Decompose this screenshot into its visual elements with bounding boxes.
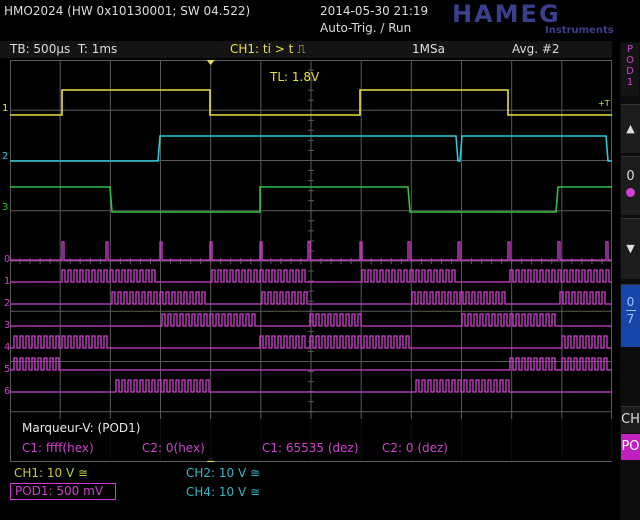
scroll-down-button[interactable]: ▼ — [621, 218, 640, 279]
ch-softkey-label: CH — [621, 412, 640, 427]
ch-softkey[interactable]: CH — [621, 406, 640, 433]
cursor-c2-hex: C2: 0(hex) — [142, 441, 205, 455]
cursor-title: Marqueur-V: (POD1) — [22, 421, 141, 435]
trigger-position-icon — [206, 60, 215, 65]
sample-rate: 1MSa — [412, 42, 445, 56]
pod-softkey[interactable]: PO — [621, 434, 640, 460]
chevron-down-icon: ▼ — [626, 242, 635, 255]
bit-label: 5 — [4, 364, 11, 375]
bit-zero-button[interactable]: 0 — [621, 156, 640, 215]
range-divider — [625, 310, 636, 311]
bit-label: 2 — [4, 298, 11, 309]
brand-logo: HAMEG — [452, 0, 561, 28]
cursor-c1-hex: C1: ffff(hex) — [22, 441, 94, 455]
pod-softkey-label: PO — [621, 439, 640, 454]
pod1-scale[interactable]: POD1: 500 mV — [10, 483, 116, 500]
bit-label: 0 — [4, 254, 11, 265]
bit-label: 1 — [4, 276, 11, 287]
range-bottom: 7 — [626, 312, 635, 326]
trigger-marker: +T — [598, 99, 610, 108]
bit-zero-label: 0 — [626, 169, 635, 184]
pod-sidebar-text: POD1 — [626, 44, 634, 88]
average-count[interactable]: Avg. #2 — [512, 42, 560, 56]
active-dot-icon — [626, 188, 635, 197]
waveform-display[interactable] — [10, 60, 612, 462]
ch2-scale[interactable]: CH2: 10 V ≅ — [186, 466, 260, 480]
cursor-c2-dec: C2: 0 (dez) — [382, 441, 448, 455]
bit-label: 4 — [4, 342, 11, 353]
bit-range-button[interactable]: 0 7 — [621, 284, 640, 347]
range-top: 0 — [626, 295, 635, 309]
timebase-label[interactable]: TB: 500µs T: 1ms — [10, 42, 117, 56]
ch1-scale[interactable]: CH1: 10 V ≅ — [14, 466, 88, 480]
graticule — [10, 60, 612, 462]
ch2-marker[interactable]: 2 — [2, 151, 8, 162]
bit-label: 6 — [4, 386, 11, 397]
datetime: 2014-05-30 21:19 — [320, 4, 429, 18]
trigger-mode: Auto-Trig. / Run — [320, 21, 412, 35]
bit-label: 3 — [4, 320, 11, 331]
scroll-up-button[interactable]: ▲ — [621, 104, 640, 153]
cursor-c1-dec: C1: 65535 (dez) — [262, 441, 359, 455]
ch3-marker[interactable]: 3 — [2, 202, 8, 213]
trigger-setting[interactable]: CH1: ti > t ⎍ — [230, 42, 306, 57]
ch1-marker[interactable]: 1 — [2, 103, 8, 114]
brand-subtitle: Instruments — [545, 25, 614, 36]
ch4-scale[interactable]: CH4: 10 V ≅ — [186, 485, 260, 499]
device-info: HMO2024 (HW 0x10130001; SW 04.522) — [4, 4, 251, 18]
trigger-level: TL: 1.8V — [270, 70, 320, 84]
pod-sidebar-label: POD1 — [621, 44, 639, 96]
chevron-up-icon: ▲ — [626, 122, 635, 135]
